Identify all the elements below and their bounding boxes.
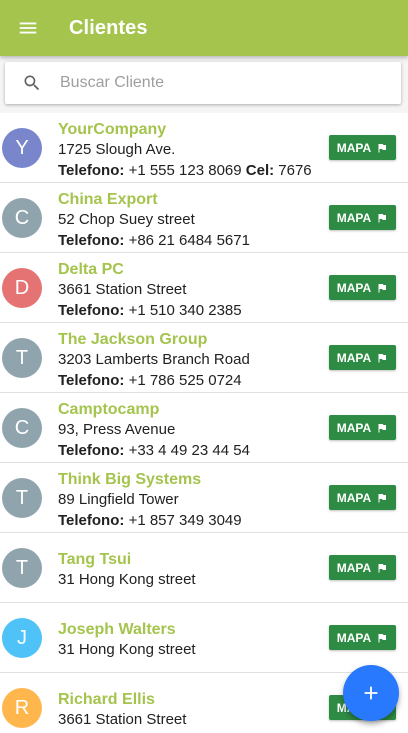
map-button[interactable]: MAPA bbox=[329, 555, 396, 580]
client-list: Y YourCompany 1725 Slough Ave. Telefono: +1… bbox=[0, 113, 408, 733]
avatar: C bbox=[2, 198, 42, 238]
flag-icon bbox=[378, 283, 387, 292]
list-item[interactable]: T The Jackson Group 3203 Lamberts Branch R… bbox=[0, 323, 408, 393]
map-button[interactable]: MAPA bbox=[329, 625, 396, 650]
client-phone: Telefono: +1 510 340 2385 bbox=[58, 300, 328, 322]
client-address: 1725 Slough Ave. bbox=[58, 141, 176, 158]
list-item[interactable]: C Camptocamp 93, Press Avenue Telefono: +33… bbox=[0, 393, 408, 463]
client-info: Think Big Systems 89 Lingfield Tower Telef… bbox=[58, 469, 328, 532]
phone-value: +1 510 340 2385 bbox=[128, 302, 242, 319]
avatar: T bbox=[2, 478, 42, 518]
client-name: China Export bbox=[58, 191, 158, 208]
client-address: 93, Press Avenue bbox=[58, 421, 176, 438]
client-name: Camptocamp bbox=[58, 401, 160, 418]
app-bar: Clientes bbox=[0, 0, 408, 56]
map-button-label: MAPA bbox=[336, 630, 372, 645]
client-info: Richard Ellis 3661 Station Street bbox=[58, 689, 328, 730]
map-button-label: MAPA bbox=[336, 420, 372, 435]
client-name: Delta PC bbox=[58, 261, 124, 278]
phone-value: +86 21 6484 5671 bbox=[128, 232, 250, 249]
avatar: D bbox=[2, 268, 42, 308]
client-address: 3661 Station Street bbox=[58, 281, 187, 298]
map-button-label: MAPA bbox=[336, 490, 372, 505]
client-phone: Telefono: +33 4 49 23 44 54 bbox=[58, 440, 328, 462]
client-name: Joseph Walters bbox=[58, 621, 176, 638]
client-info: China Export 52 Chop Suey street Telefono:… bbox=[58, 189, 328, 252]
avatar: Y bbox=[2, 128, 42, 168]
phone-value: +33 4 49 23 44 54 bbox=[128, 442, 250, 459]
phone-label: Telefono: bbox=[58, 162, 125, 179]
flag-icon bbox=[378, 423, 387, 432]
add-client-button[interactable] bbox=[343, 665, 399, 721]
map-button[interactable]: MAPA bbox=[329, 275, 396, 300]
map-button-label: MAPA bbox=[336, 210, 372, 225]
avatar: C bbox=[2, 408, 42, 448]
avatar: T bbox=[2, 338, 42, 378]
client-address: 31 Hong Kong street bbox=[58, 571, 196, 588]
client-info: YourCompany 1725 Slough Ave. Telefono: +1 … bbox=[58, 119, 328, 182]
phone-value: +1 857 349 3049 bbox=[128, 512, 242, 529]
map-button[interactable]: MAPA bbox=[329, 415, 396, 440]
client-address: 31 Hong Kong street bbox=[58, 641, 196, 658]
list-item[interactable]: D Delta PC 3661 Station Street Telefono: +1… bbox=[0, 253, 408, 323]
client-name: The Jackson Group bbox=[58, 331, 208, 348]
map-button-label: MAPA bbox=[336, 560, 372, 575]
mobile-value: 7676 bbox=[278, 162, 312, 179]
map-button[interactable]: MAPA bbox=[329, 485, 396, 510]
map-button[interactable]: MAPA bbox=[329, 345, 396, 370]
phone-value: +1 786 525 0724 bbox=[128, 372, 242, 389]
list-item[interactable]: T Tang Tsui 31 Hong Kong street MAPA bbox=[0, 533, 408, 603]
phone-label: Telefono: bbox=[58, 442, 125, 459]
list-item[interactable]: Y YourCompany 1725 Slough Ave. Telefono: +1… bbox=[0, 113, 408, 183]
client-info: Tang Tsui 31 Hong Kong street bbox=[58, 549, 328, 590]
flag-icon bbox=[378, 493, 387, 502]
map-button-label: MAPA bbox=[336, 350, 372, 365]
list-item[interactable]: C China Export 52 Chop Suey street Telefono… bbox=[0, 183, 408, 253]
avatar: T bbox=[2, 548, 42, 588]
client-info: Delta PC 3661 Station Street Telefono: +1 … bbox=[58, 259, 328, 322]
flag-icon bbox=[378, 563, 387, 572]
client-address: 89 Lingfield Tower bbox=[58, 491, 179, 508]
client-name: Tang Tsui bbox=[58, 551, 132, 568]
client-phone: Telefono: +86 21 6484 5671 bbox=[58, 230, 328, 252]
client-phone: Telefono: +1 857 349 3049 bbox=[58, 510, 328, 532]
search-icon bbox=[24, 75, 40, 91]
search-input[interactable] bbox=[60, 74, 380, 92]
client-info: Joseph Walters 31 Hong Kong street bbox=[58, 619, 328, 660]
client-name: Richard Ellis bbox=[58, 691, 155, 708]
map-button[interactable]: MAPA bbox=[329, 135, 396, 160]
flag-icon bbox=[378, 143, 387, 152]
phone-label: Telefono: bbox=[58, 302, 125, 319]
client-phone: Telefono: +1 786 525 0724 bbox=[58, 370, 328, 392]
client-info: The Jackson Group 3203 Lamberts Branch Ro… bbox=[58, 329, 328, 392]
client-address: 3203 Lamberts Branch Road bbox=[58, 351, 250, 368]
menu-button[interactable] bbox=[0, 0, 56, 56]
menu-icon bbox=[19, 22, 37, 34]
client-address: 52 Chop Suey street bbox=[58, 211, 195, 228]
client-name: Think Big Systems bbox=[58, 471, 202, 488]
phone-label: Telefono: bbox=[58, 372, 125, 389]
client-name: YourCompany bbox=[58, 121, 167, 138]
list-item[interactable]: T Think Big Systems 89 Lingfield Tower Tele… bbox=[0, 463, 408, 533]
page-title: Clientes bbox=[69, 16, 148, 39]
plus-icon bbox=[364, 686, 378, 700]
list-item[interactable]: J Joseph Walters 31 Hong Kong street MAPA bbox=[0, 603, 408, 673]
phone-label: Telefono: bbox=[58, 232, 125, 249]
client-info: Camptocamp 93, Press Avenue Telefono: +33 … bbox=[58, 399, 328, 462]
phone-value: +1 555 123 8069 bbox=[128, 162, 242, 179]
phone-label: Telefono: bbox=[58, 512, 125, 529]
flag-icon bbox=[378, 213, 387, 222]
client-phone: Telefono: +1 555 123 8069 Cel: 7676 bbox=[58, 160, 328, 182]
flag-icon bbox=[378, 353, 387, 362]
flag-icon bbox=[378, 633, 387, 642]
client-address: 3661 Station Street bbox=[58, 711, 187, 728]
avatar: R bbox=[2, 688, 42, 728]
mobile-label: Cel: bbox=[245, 162, 275, 179]
map-button-label: MAPA bbox=[336, 280, 372, 295]
search-bar bbox=[5, 62, 401, 104]
map-button-label: MAPA bbox=[336, 140, 372, 155]
avatar: J bbox=[2, 618, 42, 658]
map-button[interactable]: MAPA bbox=[329, 205, 396, 230]
